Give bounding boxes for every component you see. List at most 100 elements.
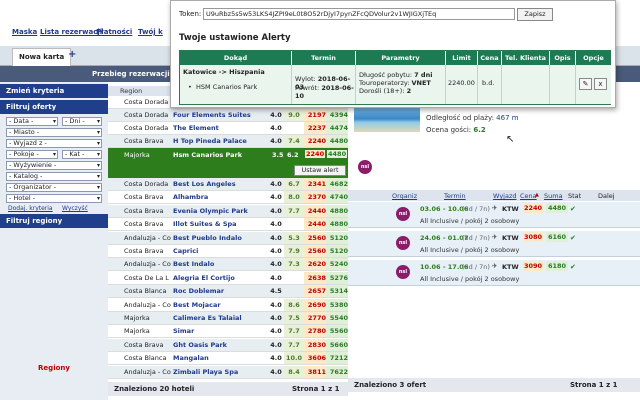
table-row[interactable]: Majorka Simar 4.0 7.7 2780 5560: [108, 325, 348, 339]
table-row[interactable]: Costa Brava Alhambra 4.0 8.0 2370 4740: [108, 191, 348, 205]
table-row[interactable]: Costa Brava Caprici 4.0 7.9 2560 5120: [108, 245, 348, 258]
table-row[interactable]: Andaluzja - Co Best Mojacar 4.0 8.6 2690 5380: [108, 298, 348, 312]
filter-days-select[interactable]: - Dni - ▾: [62, 117, 102, 126]
table-row[interactable]: Andaluzja - Co Best Pueblo Indalo 4.0 5.3 25…: [108, 231, 348, 245]
row-hotel-name[interactable]: H Top Pineda Palace: [173, 135, 271, 147]
offer-price: 3090: [523, 261, 543, 271]
row-rating: 10.0: [284, 352, 304, 365]
filter-hotel-select[interactable]: - Hotel - ▾: [6, 194, 102, 203]
row-stars: 4.0: [270, 327, 282, 336]
row-stars: 4.0: [270, 193, 282, 202]
column-header-term[interactable]: Termin: [444, 192, 466, 200]
row-price: 2440: [304, 204, 326, 217]
alerts-table: Dokąd Termin Parametry Limit Cena Tel. K…: [179, 50, 611, 105]
column-header-organizer[interactable]: Organiz: [392, 192, 417, 200]
alert-desc-cell: [550, 65, 576, 104]
table-row[interactable]: Costa Brava H Top Pineda Palace 4.0 7.4 2240…: [108, 135, 348, 148]
alerts-header-desc: Opis: [550, 51, 576, 65]
table-row[interactable]: Costa Dorada Best Los Angeles 4.0 6.7 2341 46…: [108, 178, 348, 191]
save-token-button[interactable]: Zapisz: [517, 8, 553, 21]
hotel-photo[interactable]: [354, 108, 420, 132]
selected-stars: 3.5: [272, 151, 284, 159]
row-hotel-name[interactable]: Ght Oasis Park: [173, 339, 271, 351]
nav-link-maska[interactable]: Maska: [12, 28, 37, 36]
table-row[interactable]: Costa Dorada The Element 4.0 2237 4474: [108, 122, 348, 135]
row-hotel-name[interactable]: Zimbali Playa Spa: [173, 366, 271, 378]
clear-filters-link[interactable]: Wyczyść: [62, 205, 88, 212]
filter-date-select[interactable]: - Data - ▾: [6, 117, 58, 126]
set-alert-button[interactable]: Ustaw alert: [294, 165, 346, 176]
filter-departure-select[interactable]: - Wyjazd z - ▾: [6, 139, 102, 148]
table-row[interactable]: Costa Dorada Four Elements Suites 4.0 9.0 21…: [108, 109, 348, 122]
row-hotel-name[interactable]: Calimera Es Talaial: [173, 312, 271, 324]
nav-link-lista-rezerwacji[interactable]: Lista rezerwacji: [40, 28, 102, 36]
row-hotel-name[interactable]: Roc Doblemar: [173, 285, 271, 297]
table-row[interactable]: Andaluzja - Co Best Indalo 4.0 7.3 2620 5240: [108, 258, 348, 272]
table-row[interactable]: Costa Brava Illot Suites & Spa 4.0 2440 4880: [108, 218, 348, 232]
filter-regions-header[interactable]: Filtruj regiony: [0, 214, 108, 228]
row-hotel-name[interactable]: Best Los Angeles: [173, 178, 271, 190]
change-criteria-button[interactable]: Zmień kryteria: [0, 84, 108, 98]
selected-hotel-row[interactable]: Majorka Hsm Canarios Park 3.5 6.2 2240 4…: [108, 148, 348, 178]
token-input[interactable]: U9uRbz5s5w53LKS4JZPI9eL0t8O52rDjyI7pynZF…: [203, 8, 515, 20]
filter-offers-header: Filtruj oferty: [0, 100, 108, 114]
row-hotel-name[interactable]: The Element: [173, 122, 271, 134]
offer-row[interactable]: nsl 03.06 - 10.06 (8d / 7n) ✈ KTW 2240 4480 ✔ Al…: [348, 202, 640, 228]
row-price: 2690: [304, 298, 326, 311]
chevron-down-icon: ▾: [96, 129, 100, 136]
column-header-sum[interactable]: Suma: [544, 192, 563, 200]
table-row[interactable]: Costa Blanca Mangalan 4.0 10.0 3606 7212: [108, 352, 348, 366]
add-tab-button[interactable]: +: [68, 49, 76, 60]
row-hotel-name[interactable]: Illot Suites & Spa: [173, 218, 271, 230]
nav-link-twoj-konto[interactable]: Twój k: [138, 28, 163, 36]
chevron-down-icon: ▾: [96, 118, 100, 125]
tab-nowa-karta[interactable]: Nowa karta: [12, 48, 72, 66]
filter-catalog-select[interactable]: - Katalog - ▾: [6, 172, 102, 181]
row-hotel-name[interactable]: Mangalan: [173, 352, 271, 364]
filter-board-select[interactable]: - Wyżywienie - ▾: [6, 161, 102, 170]
nav-link-platnosci[interactable]: Płatności: [96, 28, 132, 36]
table-row[interactable]: Costa Blanca Roc Doblemar 4.5 2657 5314: [108, 285, 348, 299]
table-row[interactable]: Costa De La L Alegria El Cortijo 4.0 2638 52…: [108, 271, 348, 285]
edit-alert-button[interactable]: ✎: [579, 78, 592, 90]
status-check-icon: ✔: [570, 205, 576, 213]
filter-city-select[interactable]: - Miasto - ▾: [6, 128, 102, 137]
column-header-region[interactable]: Region: [120, 87, 142, 95]
offer-description: All Inclusive / pokój 2 osobowy: [420, 217, 520, 225]
offer-price: 3080: [523, 232, 543, 242]
add-criteria-link[interactable]: Dodaj. kryteria: [8, 205, 53, 212]
row-stars: 4.0: [270, 137, 282, 145]
offer-row[interactable]: nsl 24.06 - 01.07 (8d / 7n) ✈ KTW 3080 6160 ✔ Al…: [348, 231, 640, 257]
table-row[interactable]: Costa Brava Ght Oasis Park 4.0 7.7 2830 5660: [108, 338, 348, 352]
row-hotel-name[interactable]: Evenia Olympic Park: [173, 205, 271, 217]
row-rating: 7.7: [284, 338, 304, 351]
filter-category-select[interactable]: - Kat - ▾: [62, 150, 102, 159]
alert-phone-cell: [502, 65, 550, 104]
organizer-logo: nsl: [396, 236, 410, 250]
row-region: Costa De La L: [124, 273, 169, 282]
table-row[interactable]: Majorka Calimera Es Talaial 4.0 7.5 2770 5540: [108, 312, 348, 325]
table-row[interactable]: Andaluzja - Co Zimbali Playa Spa 4.0 8.4 381…: [108, 365, 348, 379]
row-hotel-name[interactable]: Alhambra: [173, 191, 271, 203]
row-region: Costa Brava: [124, 193, 164, 202]
filter-organizer-select[interactable]: - Organizator - ▾: [6, 183, 102, 192]
row-sum: 4474: [326, 122, 348, 134]
table-row[interactable]: Costa Brava Evenia Olympic Park 4.0 7.7 2440…: [108, 204, 348, 218]
row-hotel-name[interactable]: Simar: [173, 325, 271, 337]
alert-hotel: HSM Canarios Park: [196, 83, 258, 91]
row-rating: 7.5: [284, 312, 304, 324]
row-hotel-name[interactable]: Caprici: [173, 245, 271, 257]
row-sum: 4880: [326, 218, 348, 231]
filter-rooms-select[interactable]: - Pokoje - ▾: [6, 150, 58, 159]
offer-row[interactable]: nsl 10.06 - 17.06 (8d / 7n) ✈ KTW 3090 6180 ✔ Al…: [348, 260, 640, 286]
row-hotel-name[interactable]: Four Elements Suites: [173, 109, 271, 121]
delete-alert-button[interactable]: x: [594, 78, 607, 90]
row-hotel-name[interactable]: Best Pueblo Indalo: [173, 232, 271, 244]
row-hotel-name[interactable]: Alegria El Cortijo: [173, 272, 271, 284]
row-hotel-name[interactable]: Best Mojacar: [173, 299, 271, 311]
row-hotel-name[interactable]: Best Indalo: [173, 258, 271, 270]
column-header-departure[interactable]: Wyjazd: [493, 192, 517, 200]
selected-hotel-name[interactable]: Hsm Canarios Park: [173, 151, 242, 159]
hotel-results-table: Region Costa Dorada Costa Dorada Four Elem…: [108, 82, 348, 382]
row-rating: 6.7: [284, 178, 304, 190]
